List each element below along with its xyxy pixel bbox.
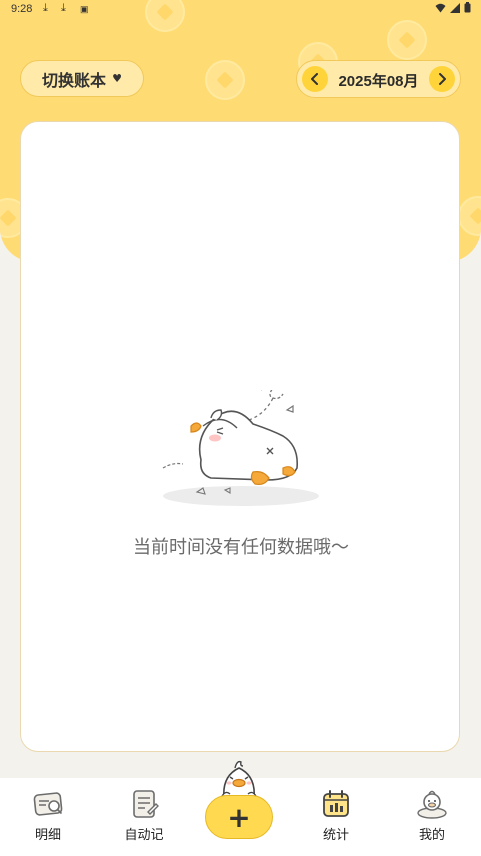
previous-month-button[interactable] xyxy=(302,66,328,92)
chevron-left-icon xyxy=(311,73,318,85)
signal-icon xyxy=(450,2,460,13)
wallet-icon xyxy=(33,792,63,816)
status-time: 9:28 xyxy=(11,3,33,15)
tab-auto-record-label: 自动记 xyxy=(124,828,164,843)
tab-details-label: 明细 xyxy=(34,828,61,843)
month-picker: 2025年08月 xyxy=(296,60,461,98)
tab-auto-record[interactable]: 自动记 xyxy=(99,788,189,843)
next-month-button[interactable] xyxy=(429,66,455,92)
duck-profile-icon xyxy=(417,790,447,819)
tab-mine[interactable]: 我的 xyxy=(387,788,477,843)
sleeping-duck-illustration xyxy=(162,390,319,506)
empty-state-message: 当前时间没有任何数据哦～ xyxy=(133,537,349,558)
battery-icon xyxy=(464,2,471,13)
tab-statistics-label: 统计 xyxy=(322,828,349,843)
chevron-right-icon xyxy=(439,73,446,85)
notebook-icon xyxy=(133,790,159,818)
wifi-icon xyxy=(435,3,446,12)
download-icon: ⤓ xyxy=(61,2,66,14)
tab-mine-label: 我的 xyxy=(418,828,445,843)
tab-statistics[interactable]: 统计 xyxy=(291,788,381,843)
ledger-switch-button[interactable]: 切换账本 ♥ xyxy=(20,60,144,97)
records-card: 当前时间没有任何数据哦～ xyxy=(20,121,460,752)
add-record-button[interactable]: + xyxy=(205,795,273,839)
coin-decoration xyxy=(458,196,481,236)
ledger-switch-label: 切换账本 xyxy=(42,70,107,90)
tab-details[interactable]: 明细 xyxy=(3,788,93,843)
status-bar: 9:28 ⤓ ⤓ ▣ xyxy=(0,0,481,20)
coin-decoration xyxy=(387,20,427,60)
month-label[interactable]: 2025年08月 xyxy=(333,70,424,91)
status-right-icons xyxy=(435,2,471,13)
duck-mascot-icon xyxy=(221,760,257,798)
coin-decoration xyxy=(205,60,245,100)
app-icon: ▣ xyxy=(80,4,89,14)
plus-icon: + xyxy=(227,800,251,834)
caret-down-icon: ♥ xyxy=(112,72,122,85)
download-icon: ⤓ xyxy=(43,2,48,14)
calendar-chart-icon xyxy=(323,790,349,817)
